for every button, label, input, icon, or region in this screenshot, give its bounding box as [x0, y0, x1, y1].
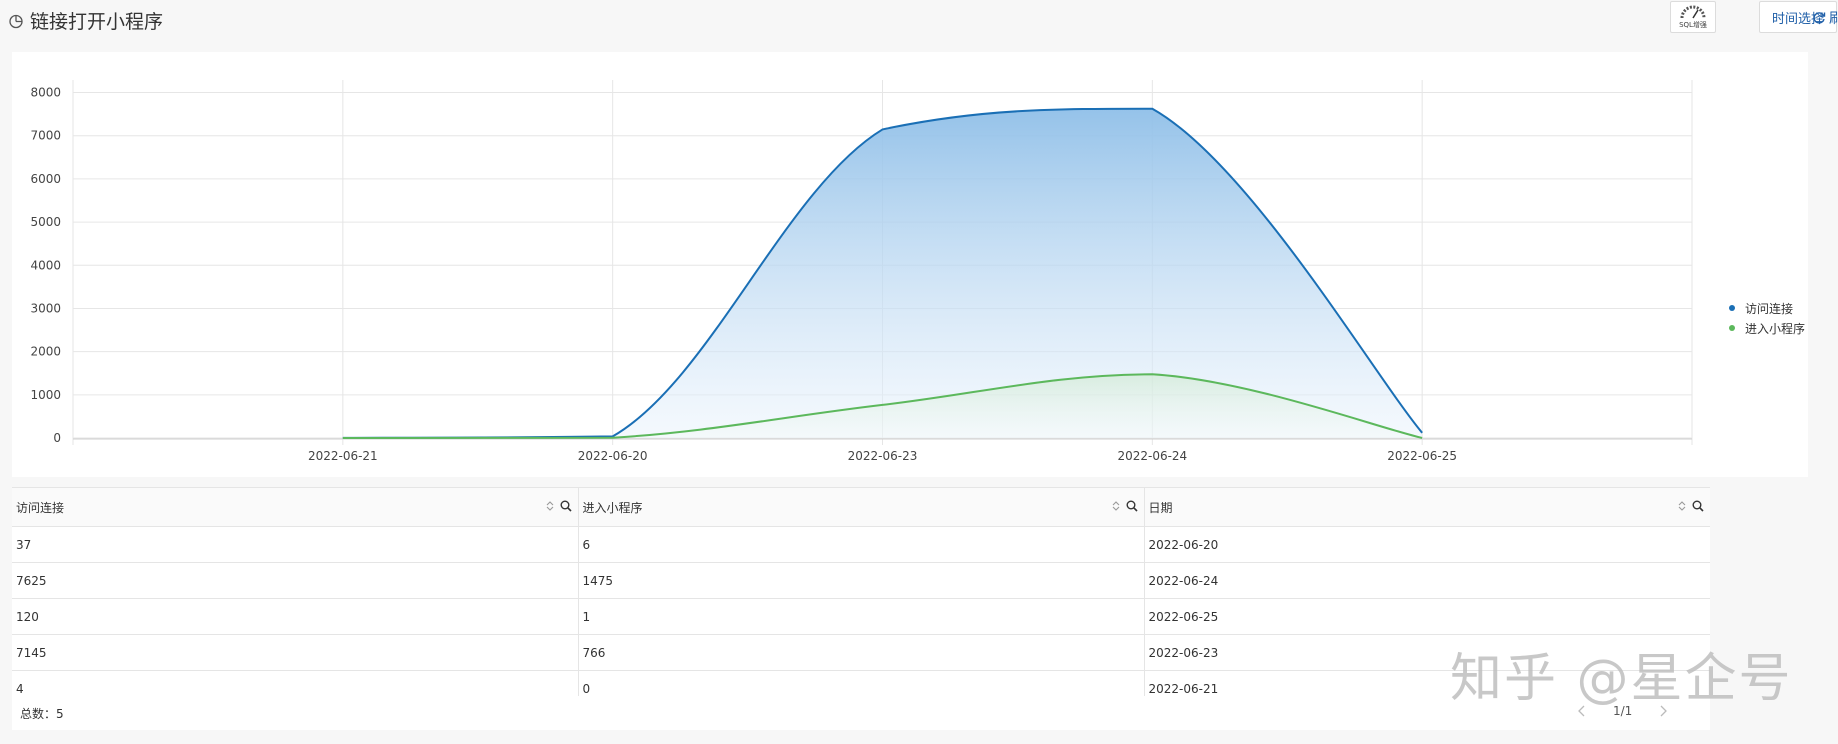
speedometer-icon — [1680, 5, 1706, 18]
table-cell: 37 — [12, 526, 578, 563]
watermark-text: 知乎 @星企号 — [1450, 649, 1793, 709]
column-header[interactable]: 进入小程序 — [577, 487, 1144, 527]
y-tick-label: 0 — [53, 431, 61, 445]
chart-legend: 访问连接 进入小程序 — [1729, 298, 1805, 338]
table-cell: 7145 — [12, 634, 578, 671]
refresh-label: 刷 — [1829, 11, 1838, 27]
table-cell: 2022-06-20 — [1143, 526, 1710, 563]
table-cell: 6 — [577, 526, 1144, 563]
search-icon[interactable] — [1692, 500, 1704, 512]
area-chart: 0 1000 2000 3000 4000 5000 6000 7000 8000 2022-06… — [30, 80, 1693, 463]
y-tick-label: 6000 — [30, 172, 61, 186]
y-tick-label: 8000 — [30, 86, 61, 100]
column-header-label: 进入小程序 — [582, 500, 643, 515]
legend-label: 访问连接 — [1745, 301, 1794, 316]
table-cell: 1475 — [577, 562, 1144, 599]
table-row[interactable]: 7625 1475 2022-06-24 — [12, 562, 1710, 599]
table-cell: 2022-06-25 — [1143, 598, 1710, 635]
y-tick-label: 2000 — [30, 345, 61, 359]
refresh-icon — [1813, 12, 1826, 24]
table-header-row: 访问连接 进入小程序 日期 — [12, 487, 1710, 527]
top-bar: 链接打开小程序 SQL增强 时间选择 刷 — [0, 0, 1838, 40]
sql-enhance-label: SQL增强 — [1679, 20, 1707, 29]
sql-enhance-button[interactable]: SQL增强 — [1670, 1, 1716, 33]
column-header[interactable]: 访问连接 — [12, 487, 578, 527]
column-header-tools — [1112, 500, 1138, 512]
sort-icon[interactable] — [546, 500, 554, 512]
series-area — [342, 108, 1423, 438]
refresh-button[interactable]: 刷 — [1812, 8, 1838, 28]
legend-item[interactable]: 进入小程序 — [1729, 318, 1805, 338]
table-cell: 7625 — [12, 562, 578, 599]
title-area: 链接打开小程序 — [8, 7, 163, 34]
legend-dot-icon — [1729, 305, 1735, 311]
x-tick-label: 2022-06-23 — [848, 449, 918, 463]
table-cell: 4 — [12, 670, 578, 696]
chart-card: 0 1000 2000 3000 4000 5000 6000 7000 8000 2022-06… — [12, 52, 1808, 477]
pie-chart-icon — [9, 14, 23, 28]
x-tick-label: 2022-06-24 — [1117, 449, 1187, 463]
table-row[interactable]: 120 1 2022-06-25 — [12, 598, 1710, 635]
table-cell: 766 — [577, 634, 1144, 671]
table-cell: 1 — [577, 598, 1144, 635]
y-tick-label: 3000 — [30, 301, 61, 315]
x-tick-label: 2022-06-25 — [1387, 449, 1457, 463]
search-icon[interactable] — [1126, 500, 1138, 512]
page-title: 链接打开小程序 — [30, 11, 164, 33]
column-header-label: 日期 — [1148, 500, 1173, 515]
column-header-label: 访问连接 — [16, 500, 65, 515]
table-row[interactable]: 37 6 2022-06-20 — [12, 526, 1710, 563]
legend-dot-icon — [1729, 325, 1735, 331]
table-cell: 120 — [12, 598, 578, 635]
sort-icon[interactable] — [1112, 500, 1120, 512]
y-tick-label: 7000 — [30, 129, 61, 143]
column-header-tools — [546, 500, 572, 512]
column-header-tools — [1678, 500, 1704, 512]
table-cell: 2022-06-24 — [1143, 562, 1710, 599]
column-header[interactable]: 日期 — [1143, 487, 1710, 527]
x-tick-label: 2022-06-21 — [308, 449, 378, 463]
search-icon[interactable] — [560, 500, 572, 512]
x-tick-label: 2022-06-20 — [578, 449, 648, 463]
y-tick-label: 1000 — [30, 388, 61, 402]
y-tick-label: 4000 — [30, 258, 61, 272]
legend-label: 进入小程序 — [1745, 321, 1806, 336]
total-count: 总数：5 — [20, 707, 64, 721]
sort-icon[interactable] — [1678, 500, 1686, 512]
legend-item[interactable]: 访问连接 — [1729, 298, 1805, 318]
y-tick-label: 5000 — [30, 215, 61, 229]
table-cell: 0 — [577, 670, 1144, 696]
